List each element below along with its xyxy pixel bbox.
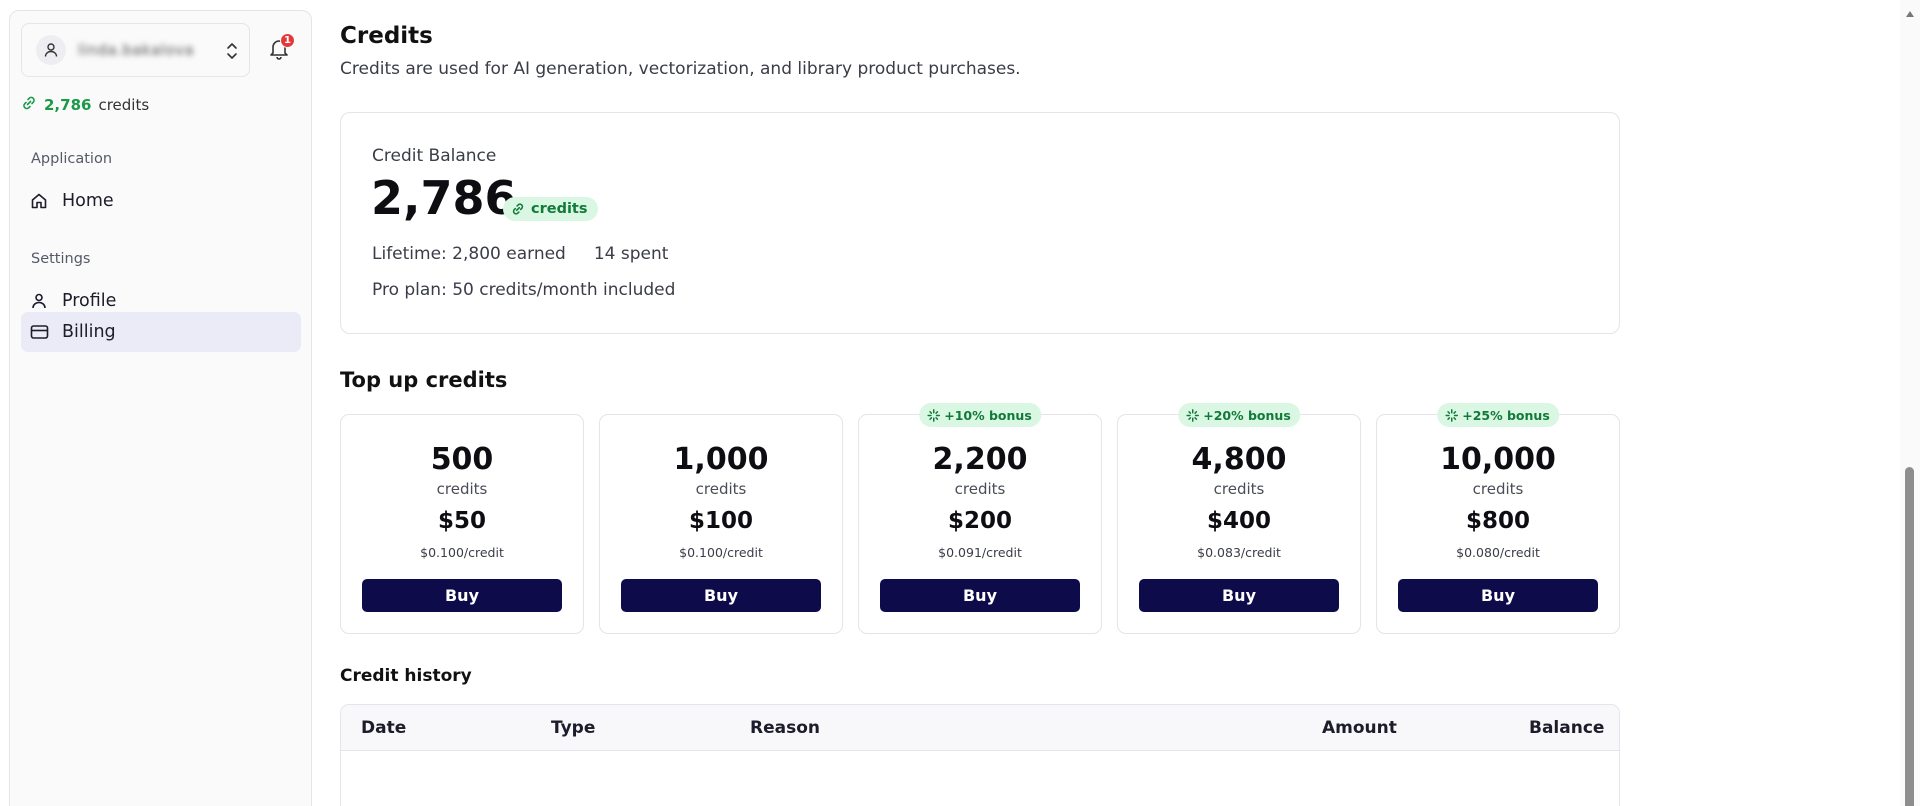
package-per-credit: $0.100/credit [679,545,763,560]
package-unit: credits [1213,480,1265,498]
account-name: linda.bakalova [78,41,195,59]
sparkle-icon [927,408,941,422]
buy-button[interactable]: Buy [1398,579,1598,612]
package-card-4800: +20% bonus 4,800 credits $400 $0.083/cre… [1117,403,1361,634]
package-unit: credits [1472,480,1524,498]
bonus-label: +20% bonus [1203,407,1291,423]
user-icon [30,291,50,311]
credit-balance-card: Credit Balance 2,786 credits Lifetime: 2… [340,112,1620,334]
buy-button[interactable]: Buy [1139,579,1339,612]
balance-label: Credit Balance [372,146,497,166]
column-header-type: Type [551,718,596,738]
buy-button[interactable]: Buy [880,579,1080,612]
package-card-1000: 1,000 credits $100 $0.100/credit Buy [599,414,843,634]
sidebar: linda.bakalova 1 2,786 credits Applicati… [9,10,312,806]
table-header: Date Type Reason Amount Balance [341,705,1619,751]
package-card-500: 500 credits $50 $0.100/credit Buy [340,414,584,634]
column-header-balance: Balance [1529,718,1605,738]
sidebar-credits-value: 2,786 [44,96,92,114]
package-amount: 4,800 [1191,442,1287,477]
bonus-label: +25% bonus [1462,407,1550,423]
sidebar-item-billing[interactable]: Billing [21,312,301,352]
user-icon [36,35,66,65]
account-switcher[interactable]: linda.bakalova [21,23,250,77]
package-per-credit: $0.080/credit [1456,545,1540,560]
topup-title: Top up credits [340,368,508,392]
sidebar-item-label: Profile [62,291,117,311]
bonus-badge: +10% bonus [919,403,1041,427]
link-icon [512,203,524,215]
sparkle-icon [1186,408,1200,422]
package-amount: 10,000 [1440,442,1556,477]
package-price: $400 [1206,508,1271,534]
column-header-date: Date [361,718,407,738]
package-price: $100 [688,508,753,534]
package-unit: credits [436,480,488,498]
plan-note: Pro plan: 50 credits/month included [372,280,676,300]
credits-pill-label: credits [531,201,588,217]
package-per-credit: $0.100/credit [420,545,504,560]
credit-history-table: Date Type Reason Amount Balance [340,704,1620,806]
section-label-application: Application [31,151,113,167]
sidebar-item-label: Billing [62,322,116,342]
package-price: $800 [1465,508,1530,534]
link-icon [21,95,37,115]
lifetime-spent: 14 spent [593,244,669,264]
credits-pill: credits [503,197,598,221]
buy-button[interactable]: Buy [362,579,562,612]
home-icon [30,191,50,211]
credit-card-icon [30,322,50,342]
package-unit: credits [954,480,1006,498]
notification-badge: 1 [280,33,295,48]
scroll-up-arrow-icon[interactable] [1905,3,1915,22]
lifetime-earned: Lifetime: 2,800 earned [372,244,566,264]
balance-value: 2,786 [371,171,517,225]
package-amount: 500 [430,442,494,477]
column-header-reason: Reason [750,718,820,738]
package-card-2200: +10% bonus 2,200 credits $200 $0.091/cre… [858,403,1102,634]
section-label-settings: Settings [31,251,91,267]
package-card-10000: +25% bonus 10,000 credits $800 $0.080/cr… [1376,403,1620,634]
package-amount: 2,200 [932,442,1028,477]
lifetime-stats: Lifetime: 2,800 earned 14 spent [372,244,668,264]
page-subtitle: Credits are used for AI generation, vect… [340,59,1021,79]
package-price: $200 [947,508,1012,534]
package-amount: 1,000 [673,442,769,477]
page-title: Credits [340,23,433,49]
chevron-up-down-icon [225,41,239,65]
sparkle-icon [1445,408,1459,422]
sidebar-item-label: Home [62,191,114,211]
bonus-badge: +25% bonus [1437,403,1559,427]
sidebar-credits-label: credits [98,96,150,114]
credit-history-title: Credit history [340,666,472,686]
package-per-credit: $0.083/credit [1197,545,1281,560]
page-scrollbar[interactable] [1900,0,1920,806]
scrollbar-thumb[interactable] [1905,467,1914,806]
package-per-credit: $0.091/credit [938,545,1022,560]
sidebar-credits: 2,786 credits [21,95,149,115]
buy-button[interactable]: Buy [621,579,821,612]
package-unit: credits [695,480,747,498]
column-header-amount: Amount [1322,718,1397,738]
bonus-badge: +20% bonus [1178,403,1300,427]
package-price: $50 [437,508,486,534]
sidebar-item-home[interactable]: Home [21,181,301,221]
bonus-label: +10% bonus [944,407,1032,423]
